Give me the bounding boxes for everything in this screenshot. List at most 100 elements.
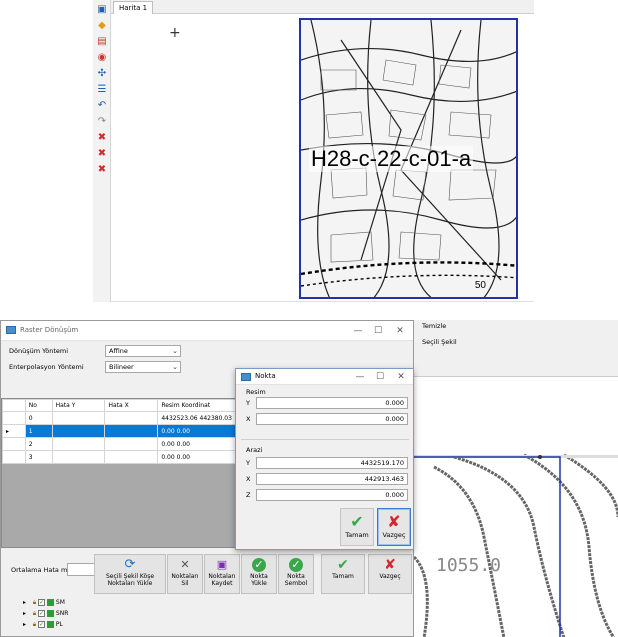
resim-x-field[interactable]: 0.000 bbox=[256, 413, 408, 425]
cell-hata-y[interactable] bbox=[51, 450, 106, 464]
layer-name: PL bbox=[55, 621, 63, 628]
cell-coord[interactable]: 0.00 0.00 bbox=[157, 424, 236, 438]
lock-icon[interactable]: 🔒︎ bbox=[33, 619, 36, 630]
cell-hata-y[interactable] bbox=[51, 411, 106, 425]
maximize-icon[interactable]: ☐ bbox=[371, 324, 385, 338]
cancel-button[interactable]: ✘ Vazgeç bbox=[368, 554, 412, 594]
close-icon[interactable]: ✕ bbox=[394, 370, 408, 384]
point-load-button[interactable]: ✓ Nokta Yükle bbox=[241, 554, 277, 594]
load-corners-button[interactable]: ⟳ Seçili Şekil Köşe Noktaları Yükle bbox=[94, 554, 166, 594]
sheet-number: 50 bbox=[474, 280, 486, 291]
tab-harita-1[interactable]: Harita 1 bbox=[113, 1, 154, 14]
check-icon: ✔ bbox=[337, 557, 349, 573]
method-select[interactable]: Affine ⌄ bbox=[105, 345, 181, 357]
interp-select[interactable]: Bilineer ⌄ bbox=[105, 361, 181, 373]
table-row[interactable]: 3 0.00 0.00 bbox=[2, 450, 236, 464]
cell-coord[interactable]: 4432523.06 442380.03 bbox=[157, 411, 236, 425]
redo-icon[interactable]: ↷ bbox=[96, 116, 108, 128]
layer-color-icon bbox=[46, 621, 54, 628]
lock-icon[interactable]: 🔒︎ bbox=[33, 608, 36, 619]
layer-checkbox[interactable]: ✓ bbox=[38, 599, 46, 606]
cell-hata-x[interactable] bbox=[104, 437, 159, 451]
arazi-y-label: Y bbox=[246, 459, 250, 467]
expand-icon[interactable]: ▸ bbox=[23, 619, 31, 630]
cell-hata-y[interactable] bbox=[51, 424, 106, 438]
table-row[interactable]: ▸ 1 0.00 0.00 bbox=[2, 424, 236, 438]
cell-hata-x[interactable] bbox=[104, 411, 159, 425]
separator bbox=[241, 439, 409, 440]
maximize-icon[interactable]: ☐ bbox=[373, 370, 387, 384]
col-resim-koordinat[interactable]: Resim Koordinat bbox=[157, 399, 236, 412]
col-hata-x[interactable]: Hata X bbox=[104, 399, 159, 412]
point-load-label: Nokta Yükle bbox=[250, 573, 268, 587]
layer-name: SNR bbox=[55, 610, 69, 617]
cancel-x-icon: ✘ bbox=[387, 512, 401, 531]
row-header[interactable] bbox=[2, 450, 26, 464]
menu-clear[interactable]: Temizle bbox=[422, 322, 446, 330]
menu-selected-shape[interactable]: Seçili Şekil bbox=[422, 338, 457, 346]
clear-icon[interactable]: ✖ bbox=[96, 164, 108, 176]
delete-all-icon[interactable]: ✖ bbox=[96, 148, 108, 160]
expand-icon[interactable]: ▸ bbox=[23, 608, 31, 619]
ok-button[interactable]: ✔ Tamam bbox=[321, 554, 365, 594]
refresh-icon: ⟳ bbox=[124, 557, 136, 572]
map-canvas[interactable]: + H28-c-22-c-01-a 50 bbox=[111, 14, 534, 301]
raster-titlebar[interactable]: Raster Dönüşüm — ☐ ✕ bbox=[1, 321, 413, 341]
resim-x-label: X bbox=[246, 415, 251, 423]
transform-icon[interactable]: ✣ bbox=[96, 68, 108, 80]
refresh-raster-icon[interactable]: ◉ bbox=[96, 52, 108, 64]
nokta-titlebar[interactable]: Nokta — ☐ ✕ bbox=[236, 369, 413, 385]
delete-points-button[interactable]: ✕ Noktaları Sil bbox=[167, 554, 203, 594]
cell-no[interactable]: 0 bbox=[24, 411, 53, 425]
tree-item[interactable]: ▸ 🔒︎ ✓ SNR bbox=[23, 608, 68, 619]
minimize-icon[interactable]: — bbox=[353, 370, 367, 384]
save-points-button[interactable]: ▣ Noktaları Kaydet bbox=[204, 554, 240, 594]
rmse-field[interactable] bbox=[67, 563, 97, 576]
layer-color-icon bbox=[46, 599, 54, 606]
arazi-z-field[interactable]: 0.000 bbox=[256, 489, 408, 501]
lines-icon[interactable]: ☰ bbox=[96, 84, 108, 96]
undo-icon[interactable]: ↶ bbox=[96, 100, 108, 112]
layer-checkbox[interactable]: ✓ bbox=[38, 610, 46, 617]
col-no[interactable]: No bbox=[24, 399, 53, 412]
cell-hata-x[interactable] bbox=[104, 450, 159, 464]
delete-icon[interactable]: ✖ bbox=[96, 132, 108, 144]
arazi-x-label: X bbox=[246, 475, 251, 483]
nokta-ok-button[interactable]: ✔ Tamam bbox=[340, 508, 374, 546]
expand-icon[interactable]: ▸ bbox=[23, 597, 31, 608]
tree-item[interactable]: ▸ 🔒︎ ✓ SM bbox=[23, 597, 68, 608]
minimize-icon[interactable]: — bbox=[351, 324, 365, 338]
layer-checkbox[interactable]: ✓ bbox=[38, 621, 46, 628]
cell-coord[interactable]: 0.00 0.00 bbox=[157, 437, 236, 451]
close-icon[interactable]: ✕ bbox=[393, 324, 407, 338]
points-grid[interactable]: No Hata Y Hata X Resim Koordinat 0 44325… bbox=[1, 398, 237, 548]
arazi-x-field[interactable]: 442913.463 bbox=[256, 473, 408, 485]
row-header[interactable]: ▸ bbox=[2, 424, 26, 438]
table-row[interactable]: 2 0.00 0.00 bbox=[2, 437, 236, 451]
point-symbol-button[interactable]: ✓ Nokta Sembol bbox=[278, 554, 314, 594]
window-icon bbox=[6, 326, 16, 334]
cell-hata-x[interactable] bbox=[104, 424, 159, 438]
resim-group-title: Resim bbox=[246, 388, 266, 396]
zoomed-map-canvas[interactable]: 1055.0 bbox=[414, 376, 618, 637]
cell-no[interactable]: 3 bbox=[24, 450, 53, 464]
save-icon[interactable]: ▣ bbox=[96, 4, 108, 16]
raster-icon[interactable]: ▤ bbox=[96, 36, 108, 48]
col-hata-y[interactable]: Hata Y bbox=[51, 399, 106, 412]
nokta-cancel-button[interactable]: ✘ Vazgeç bbox=[377, 508, 411, 546]
arazi-y-field[interactable]: 4432519.170 bbox=[256, 457, 408, 469]
row-header[interactable] bbox=[2, 437, 26, 451]
lock-icon[interactable]: 🔒︎ bbox=[33, 597, 36, 608]
ok-label: Tamam bbox=[332, 573, 354, 580]
cell-no[interactable]: 2 bbox=[24, 437, 53, 451]
resim-y-field[interactable]: 0.000 bbox=[256, 397, 408, 409]
table-row[interactable]: 0 4432523.06 442380.03 bbox=[2, 411, 236, 425]
layers-icon[interactable]: ◆ bbox=[96, 20, 108, 32]
cell-hata-y[interactable] bbox=[51, 437, 106, 451]
cell-coord[interactable]: 0.00 0.00 bbox=[157, 450, 236, 464]
map-sheet[interactable]: H28-c-22-c-01-a 50 bbox=[299, 18, 518, 299]
tree-item[interactable]: ▸ 🔒︎ ✓ PL bbox=[23, 619, 68, 630]
cell-no[interactable]: 1 bbox=[24, 424, 53, 438]
row-header[interactable] bbox=[2, 411, 26, 425]
top-map-window: ▣ ◆ ▤ ◉ ✣ ☰ ↶ ↷ ✖ ✖ ✖ Harita 1 + H28-c-2… bbox=[93, 0, 534, 302]
